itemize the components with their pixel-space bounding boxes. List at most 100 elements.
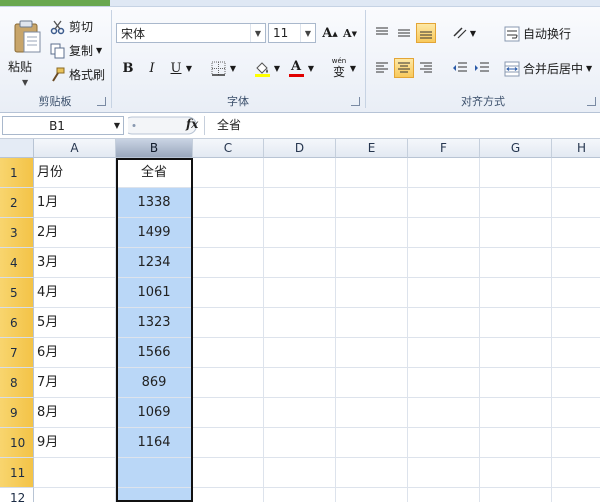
cell-g9[interactable]	[480, 398, 552, 428]
cell-e3[interactable]	[336, 218, 408, 248]
row-header[interactable]: 1	[0, 158, 34, 188]
cell-g12[interactable]	[480, 488, 552, 502]
cell-c9[interactable]	[193, 398, 264, 428]
column-header-g[interactable]: G	[480, 139, 552, 158]
orientation-button[interactable]	[450, 23, 470, 43]
cell-g7[interactable]	[480, 338, 552, 368]
cell-g8[interactable]	[480, 368, 552, 398]
fill-color-button[interactable]	[252, 58, 272, 78]
wrap-text-button[interactable]: 自动换行	[504, 25, 571, 42]
cell-h12[interactable]	[552, 488, 600, 502]
font-color-button[interactable]: A	[286, 58, 306, 78]
alignment-dialog-launcher-icon[interactable]	[587, 97, 596, 106]
fill-color-dropdown-icon[interactable]: ▼	[272, 58, 282, 78]
select-all-corner[interactable]	[0, 139, 34, 158]
cell-a9[interactable]: 8月	[34, 398, 116, 428]
cell-e12[interactable]	[336, 488, 408, 502]
decrease-indent-button[interactable]	[450, 58, 470, 78]
cell-h5[interactable]	[552, 278, 600, 308]
cell-d7[interactable]	[264, 338, 336, 368]
cell-d10[interactable]	[264, 428, 336, 458]
row-header[interactable]: 4	[0, 248, 34, 278]
cell-f12[interactable]	[408, 488, 480, 502]
cell-f2[interactable]	[408, 188, 480, 218]
row-header[interactable]: 2	[0, 188, 34, 218]
cell-e8[interactable]	[336, 368, 408, 398]
underline-button[interactable]: U	[166, 58, 186, 78]
cell-e10[interactable]	[336, 428, 408, 458]
cell-e4[interactable]	[336, 248, 408, 278]
cell-c2[interactable]	[193, 188, 264, 218]
cell-g6[interactable]	[480, 308, 552, 338]
align-middle-button[interactable]	[394, 23, 414, 43]
cell-a3[interactable]: 2月	[34, 218, 116, 248]
cell-h7[interactable]	[552, 338, 600, 368]
cell-d9[interactable]	[264, 398, 336, 428]
shrink-font-button[interactable]: A ▼	[340, 23, 360, 43]
column-header-c[interactable]: C	[193, 139, 264, 158]
cell-d11[interactable]	[264, 458, 336, 488]
cell-a8[interactable]: 7月	[34, 368, 116, 398]
cell-e7[interactable]	[336, 338, 408, 368]
column-header-h[interactable]: H	[552, 139, 600, 158]
cell-g4[interactable]	[480, 248, 552, 278]
cell-f8[interactable]	[408, 368, 480, 398]
row-header[interactable]: 6	[0, 308, 34, 338]
copy-dropdown-icon[interactable]: ▼	[96, 46, 102, 55]
cell-c5[interactable]	[193, 278, 264, 308]
cell-g5[interactable]	[480, 278, 552, 308]
align-right-button[interactable]	[416, 58, 436, 78]
cell-h2[interactable]	[552, 188, 600, 218]
cell-e1[interactable]	[336, 158, 408, 188]
cell-h8[interactable]	[552, 368, 600, 398]
cell-e5[interactable]	[336, 278, 408, 308]
italic-button[interactable]: I	[142, 58, 162, 78]
column-header-d[interactable]: D	[264, 139, 336, 158]
cell-c11[interactable]	[193, 458, 264, 488]
cell-c1[interactable]	[193, 158, 264, 188]
cell-a5[interactable]: 4月	[34, 278, 116, 308]
row-header[interactable]: 5	[0, 278, 34, 308]
borders-button[interactable]	[208, 58, 228, 78]
cell-a4[interactable]: 3月	[34, 248, 116, 278]
cell-g11[interactable]	[480, 458, 552, 488]
cell-a1[interactable]: 月份	[34, 158, 116, 188]
cell-f6[interactable]	[408, 308, 480, 338]
cell-e11[interactable]	[336, 458, 408, 488]
row-header[interactable]: 7	[0, 338, 34, 368]
cut-button[interactable]: 剪切	[50, 18, 93, 35]
cell-d2[interactable]	[264, 188, 336, 218]
phonetic-dropdown-icon[interactable]: ▼	[348, 58, 358, 78]
cell-f10[interactable]	[408, 428, 480, 458]
cell-h9[interactable]	[552, 398, 600, 428]
bold-button[interactable]: B	[118, 58, 138, 78]
row-header[interactable]: 11	[0, 458, 34, 488]
font-name-combobox[interactable]: 宋体 ▼	[116, 23, 266, 43]
align-center-button[interactable]	[394, 58, 414, 78]
cell-d1[interactable]	[264, 158, 336, 188]
cell-c12[interactable]	[193, 488, 264, 502]
cell-a6[interactable]: 5月	[34, 308, 116, 338]
cell-g10[interactable]	[480, 428, 552, 458]
cell-e9[interactable]	[336, 398, 408, 428]
grow-font-button[interactable]: A ▲	[320, 23, 340, 43]
font-color-dropdown-icon[interactable]: ▼	[306, 58, 316, 78]
cell-c6[interactable]	[193, 308, 264, 338]
cell-h10[interactable]	[552, 428, 600, 458]
cell-a10[interactable]: 9月	[34, 428, 116, 458]
underline-dropdown-icon[interactable]: ▼	[184, 58, 194, 78]
cell-f9[interactable]	[408, 398, 480, 428]
align-left-button[interactable]	[372, 58, 392, 78]
insert-function-icon[interactable]: fx	[186, 117, 198, 131]
cell-c10[interactable]	[193, 428, 264, 458]
cell-h6[interactable]	[552, 308, 600, 338]
name-box[interactable]: B1 ▼	[2, 116, 124, 135]
cell-f7[interactable]	[408, 338, 480, 368]
cell-d8[interactable]	[264, 368, 336, 398]
paste-dropdown-icon[interactable]: ▼	[22, 78, 28, 87]
clipboard-dialog-launcher-icon[interactable]	[97, 97, 106, 106]
cell-f11[interactable]	[408, 458, 480, 488]
font-name-dropdown-icon[interactable]: ▼	[250, 24, 265, 42]
font-size-combobox[interactable]: 11 ▼	[268, 23, 316, 43]
cell-e6[interactable]	[336, 308, 408, 338]
